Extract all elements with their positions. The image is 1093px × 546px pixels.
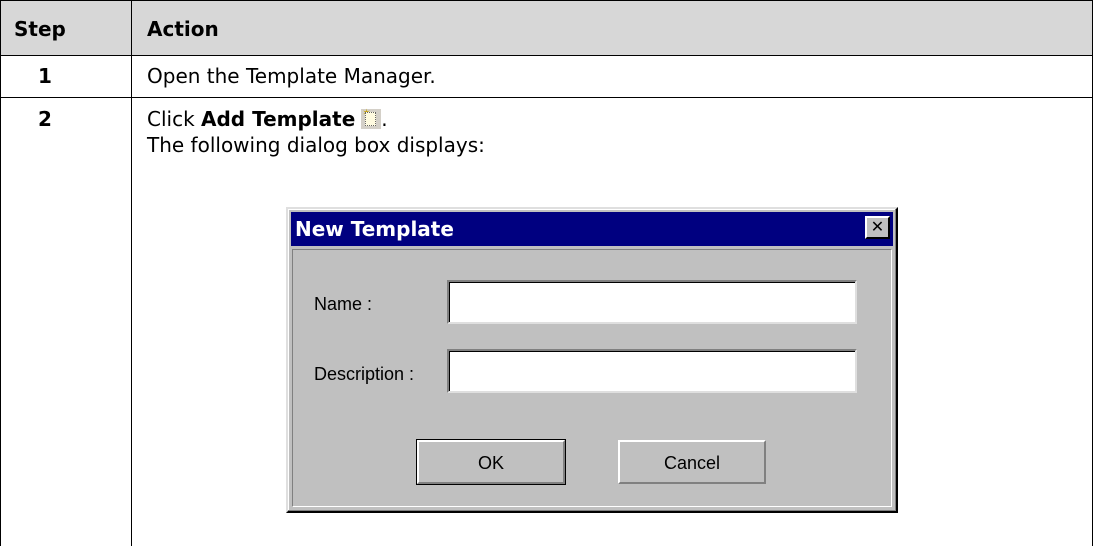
table-row-divider	[0, 97, 1093, 98]
action-text: Click Add Template✶.	[147, 107, 388, 131]
action-suffix: .	[381, 107, 388, 131]
name-label: Name :	[314, 294, 373, 314]
header-action: Action	[147, 17, 219, 41]
step-number: 1	[38, 64, 52, 88]
action-prefix: Click	[147, 107, 202, 131]
procedure-table: Step Action 1 Open the Template Manager.…	[0, 0, 1093, 546]
header-step: Step	[14, 17, 66, 41]
action-text-line2: The following dialog box displays:	[147, 133, 485, 157]
table-row-divider	[0, 55, 1093, 56]
table-border-top	[0, 0, 1093, 1]
action-text: Open the Template Manager.	[147, 64, 436, 88]
description-input[interactable]	[447, 349, 857, 393]
new-template-dialog: New Template ✕ Name : Description : OK C…	[286, 207, 898, 513]
add-template-label: Add Template	[201, 107, 356, 131]
name-input[interactable]	[447, 280, 857, 324]
table-column-divider	[131, 0, 132, 546]
ok-button-label: OK	[477, 453, 504, 473]
table-border-left	[0, 0, 1, 546]
ok-button[interactable]: OK	[416, 439, 566, 485]
add-template-icon: ✶	[361, 109, 382, 129]
dialog-titlebar: New Template ✕	[291, 212, 893, 246]
dialog-title: New Template	[295, 217, 454, 241]
cancel-button-label: Cancel	[663, 453, 721, 473]
cancel-button[interactable]: Cancel	[618, 440, 766, 484]
description-label: Description :	[314, 364, 415, 384]
dialog-body: Name : Description : OK Cancel	[292, 249, 892, 507]
close-icon[interactable]: ✕	[865, 216, 890, 239]
step-number: 2	[38, 107, 52, 131]
